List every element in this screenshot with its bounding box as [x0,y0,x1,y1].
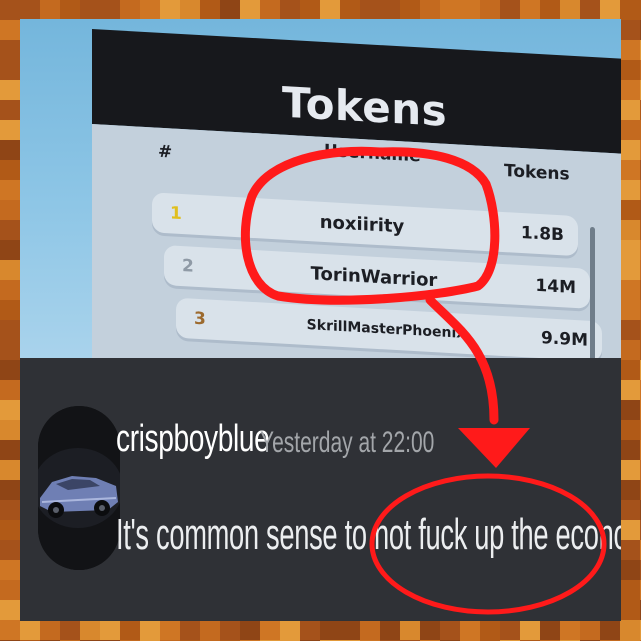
row-rank: 2 [182,256,194,277]
chat-message: crispboyblue Yesterday at 22:00 It's com… [20,358,621,621]
column-header-tokens: Tokens [504,161,570,185]
row-tokens: 1.8B [520,222,564,246]
game-view: Tokens # Username Tokens 1 noxiirity 1.8… [20,19,621,358]
row-tokens: 9.9M [540,328,588,351]
leaderboard-board: Tokens # Username Tokens 1 noxiirity 1.8… [92,29,621,358]
message-timestamp: Yesterday at 22:00 [260,426,435,459]
leaderboard-title: Tokens [282,77,448,136]
screenshot-frame: Tokens # Username Tokens 1 noxiirity 1.8… [20,19,621,621]
row-rank: 3 [194,308,206,330]
column-header-rank: # [158,141,173,163]
row-username: noxiirity [319,211,405,238]
row-username: SkrillMasterPhoenix [306,317,466,342]
leaderboard-body: # Username Tokens 1 noxiirity 1.8B 2 Tor… [92,124,621,358]
car-avatar-image [38,406,120,570]
leaderboard-scrollbar[interactable] [590,226,595,358]
row-rank: 1 [170,203,182,225]
column-header-username: Username [324,140,421,167]
row-tokens: 14M [535,275,576,299]
leaderboard-row: 3 SkrillMasterPhoenix 9.9M [176,297,602,358]
message-text: It's common sense to not fuck up the eco… [116,510,621,559]
leaderboard-row: 1 noxiirity 1.8B [152,192,578,257]
message-username[interactable]: crispboyblue [116,418,270,461]
row-username: TorinWarrior [310,263,438,292]
avatar[interactable] [38,406,120,570]
leaderboard-row: 2 TorinWarrior 14M [164,245,590,309]
